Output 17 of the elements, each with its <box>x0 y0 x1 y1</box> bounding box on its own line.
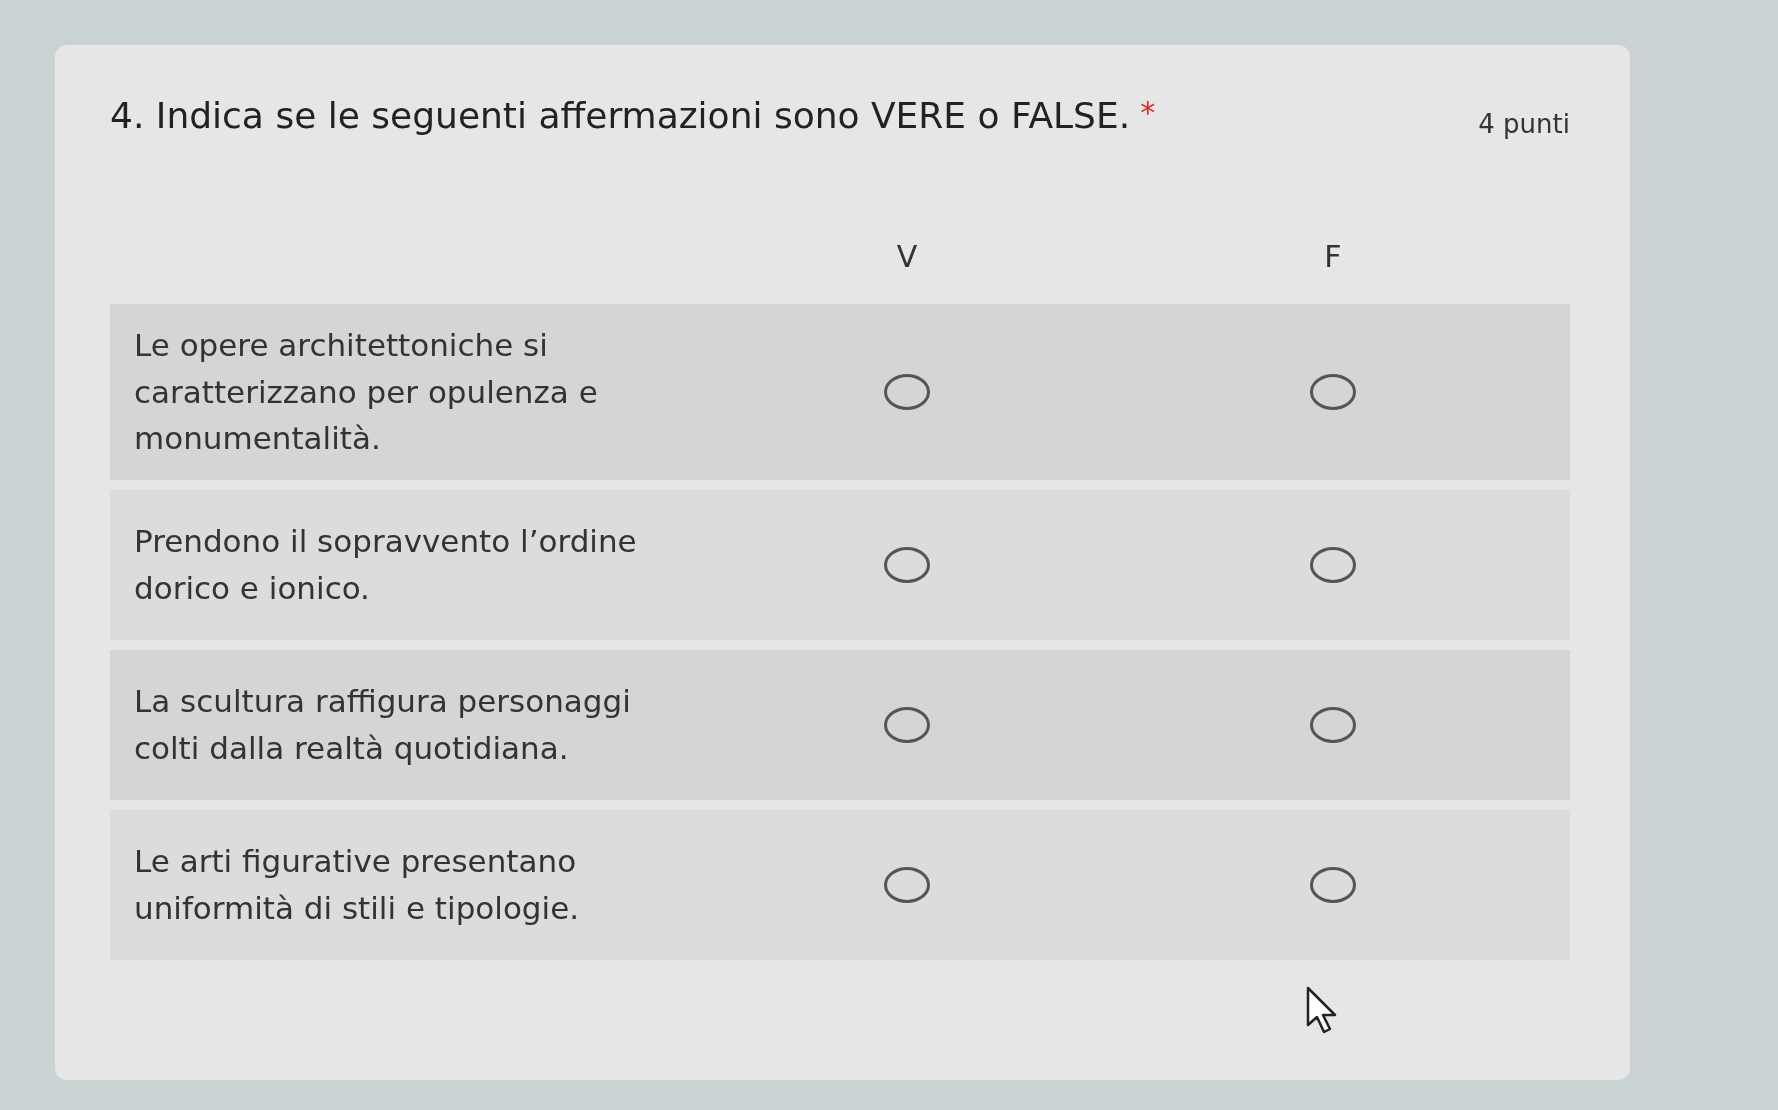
radio-button[interactable] <box>884 373 930 410</box>
radio-button[interactable] <box>1310 706 1356 743</box>
radio-button[interactable] <box>884 866 930 903</box>
points-label: 4 punti <box>1478 109 1570 139</box>
radio-button[interactable] <box>884 706 930 743</box>
radio-button[interactable] <box>884 546 930 583</box>
statement-text: La scultura raffigura personaggi colti dalla realtà quotidiana. <box>134 682 632 768</box>
radio-button[interactable] <box>1310 546 1356 583</box>
question-title: 4. Indica se le seguenti affermazioni sono VERE o FALSE. <box>110 95 1131 136</box>
statement-text: Le arti figurative presentano uniformità di stili e tipologie. <box>134 842 581 928</box>
radio-button[interactable] <box>1310 373 1356 410</box>
column-header: V <box>896 239 918 274</box>
statement-text: Le opere architettoniche si caratterizzano per opulenza e monumentalità. <box>134 326 599 458</box>
statement-text: Prendono il sopravvento l’ordine dorico e ionico. <box>134 522 638 608</box>
required-mark: * <box>1140 95 1156 132</box>
radio-button[interactable] <box>1310 866 1356 903</box>
column-header: F <box>1324 239 1342 274</box>
